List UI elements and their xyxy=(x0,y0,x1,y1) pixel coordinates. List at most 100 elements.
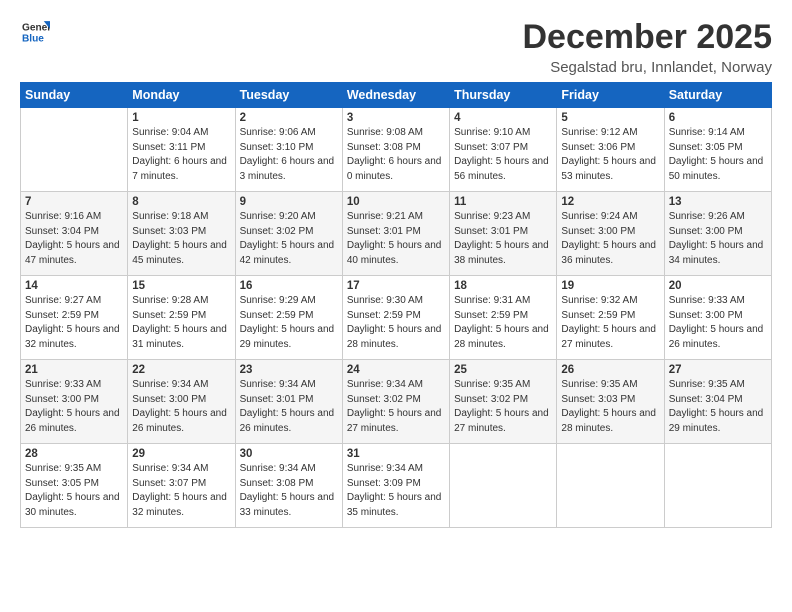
col-monday: Monday xyxy=(128,83,235,108)
svg-text:Blue: Blue xyxy=(22,33,44,44)
day-number: 29 xyxy=(132,448,230,460)
calendar-cell: 3 Sunrise: 9:08 AMSunset: 3:08 PMDaylight… xyxy=(342,108,449,192)
calendar-cell: 8 Sunrise: 9:18 AMSunset: 3:03 PMDaylight… xyxy=(128,192,235,276)
calendar-cell: 4Sunrise: 9:10 AMSunset: 3:07 PMDaylight… xyxy=(450,108,557,192)
calendar-cell: 10 Sunrise: 9:21 AMSunset: 3:01 PMDayligh… xyxy=(342,192,449,276)
month-title: December 2025 xyxy=(522,18,772,57)
day-info: Sunrise: 9:35 AMSunset: 3:05 PMDaylight:… xyxy=(25,462,123,520)
day-info: Sunrise: 9:08 AMSunset: 3:08 PMDaylight:… xyxy=(347,126,445,184)
col-saturday: Saturday xyxy=(664,83,771,108)
day-number: 21 xyxy=(25,364,123,376)
calendar-cell: 19 Sunrise: 9:32 AMSunset: 2:59 PMDayligh… xyxy=(557,276,664,360)
day-info: Sunrise: 9:04 AMSunset: 3:11 PMDaylight:… xyxy=(132,126,230,184)
calendar-cell xyxy=(450,444,557,528)
day-number: 31 xyxy=(347,448,445,460)
day-number: 11 xyxy=(454,196,552,208)
day-info: Sunrise: 9:35 AMSunset: 3:03 PMDaylight:… xyxy=(561,378,659,436)
day-info: Sunrise: 9:33 AMSunset: 3:00 PMDaylight:… xyxy=(669,294,767,352)
calendar-cell: 13 Sunrise: 9:26 AMSunset: 3:00 PMDayligh… xyxy=(664,192,771,276)
calendar-cell: 26 Sunrise: 9:35 AMSunset: 3:03 PMDayligh… xyxy=(557,360,664,444)
calendar-cell: 6Sunrise: 9:14 AMSunset: 3:05 PMDaylight… xyxy=(664,108,771,192)
calendar-cell: 30Sunrise: 9:34 AMSunset: 3:08 PMDayligh… xyxy=(235,444,342,528)
page: General Blue December 2025 Segalstad bru… xyxy=(0,0,792,612)
day-info: Sunrise: 9:23 AMSunset: 3:01 PMDaylight:… xyxy=(454,210,552,268)
day-info: Sunrise: 9:34 AMSunset: 3:02 PMDaylight:… xyxy=(347,378,445,436)
day-number: 13 xyxy=(669,196,767,208)
day-number: 14 xyxy=(25,280,123,292)
day-info: Sunrise: 9:18 AMSunset: 3:03 PMDaylight:… xyxy=(132,210,230,268)
calendar-week-0: 1Sunrise: 9:04 AMSunset: 3:11 PMDaylight… xyxy=(21,108,772,192)
calendar-cell xyxy=(21,108,128,192)
day-info: Sunrise: 9:29 AMSunset: 2:59 PMDaylight:… xyxy=(240,294,338,352)
day-number: 18 xyxy=(454,280,552,292)
col-thursday: Thursday xyxy=(450,83,557,108)
day-number: 22 xyxy=(132,364,230,376)
day-number: 27 xyxy=(669,364,767,376)
calendar-cell: 16 Sunrise: 9:29 AMSunset: 2:59 PMDayligh… xyxy=(235,276,342,360)
col-friday: Friday xyxy=(557,83,664,108)
logo: General Blue xyxy=(20,18,50,51)
calendar-cell: 9Sunrise: 9:20 AMSunset: 3:02 PMDaylight… xyxy=(235,192,342,276)
calendar-cell: 15 Sunrise: 9:28 AMSunset: 2:59 PMDayligh… xyxy=(128,276,235,360)
calendar-cell: 5Sunrise: 9:12 AMSunset: 3:06 PMDaylight… xyxy=(557,108,664,192)
header: General Blue December 2025 Segalstad bru… xyxy=(20,18,772,76)
calendar-week-1: 7Sunrise: 9:16 AMSunset: 3:04 PMDaylight… xyxy=(21,192,772,276)
calendar-cell: 28Sunrise: 9:35 AMSunset: 3:05 PMDayligh… xyxy=(21,444,128,528)
day-info: Sunrise: 9:33 AMSunset: 3:00 PMDaylight:… xyxy=(25,378,123,436)
day-info: Sunrise: 9:14 AMSunset: 3:05 PMDaylight:… xyxy=(669,126,767,184)
col-tuesday: Tuesday xyxy=(235,83,342,108)
calendar-cell: 14 Sunrise: 9:27 AMSunset: 2:59 PMDayligh… xyxy=(21,276,128,360)
day-number: 30 xyxy=(240,448,338,460)
col-wednesday: Wednesday xyxy=(342,83,449,108)
calendar-week-4: 28Sunrise: 9:35 AMSunset: 3:05 PMDayligh… xyxy=(21,444,772,528)
day-info: Sunrise: 9:31 AMSunset: 2:59 PMDaylight:… xyxy=(454,294,552,352)
day-info: Sunrise: 9:06 AMSunset: 3:10 PMDaylight:… xyxy=(240,126,338,184)
day-number: 8 xyxy=(132,196,230,208)
calendar-cell: 7Sunrise: 9:16 AMSunset: 3:04 PMDaylight… xyxy=(21,192,128,276)
calendar-cell: 21 Sunrise: 9:33 AMSunset: 3:00 PMDayligh… xyxy=(21,360,128,444)
calendar-cell: 23Sunrise: 9:34 AMSunset: 3:01 PMDayligh… xyxy=(235,360,342,444)
svg-text:General: General xyxy=(22,22,50,33)
day-info: Sunrise: 9:26 AMSunset: 3:00 PMDaylight:… xyxy=(669,210,767,268)
calendar-cell: 31 Sunrise: 9:34 AMSunset: 3:09 PMDayligh… xyxy=(342,444,449,528)
day-info: Sunrise: 9:35 AMSunset: 3:02 PMDaylight:… xyxy=(454,378,552,436)
day-info: Sunrise: 9:12 AMSunset: 3:06 PMDaylight:… xyxy=(561,126,659,184)
calendar-cell: 17Sunrise: 9:30 AMSunset: 2:59 PMDayligh… xyxy=(342,276,449,360)
calendar-week-2: 14 Sunrise: 9:27 AMSunset: 2:59 PMDayligh… xyxy=(21,276,772,360)
header-row: Sunday Monday Tuesday Wednesday Thursday… xyxy=(21,83,772,108)
day-number: 15 xyxy=(132,280,230,292)
calendar-cell: 1Sunrise: 9:04 AMSunset: 3:11 PMDaylight… xyxy=(128,108,235,192)
title-block: December 2025 Segalstad bru, Innlandet, … xyxy=(522,18,772,76)
day-number: 26 xyxy=(561,364,659,376)
day-info: Sunrise: 9:34 AMSunset: 3:09 PMDaylight:… xyxy=(347,462,445,520)
day-number: 24 xyxy=(347,364,445,376)
day-info: Sunrise: 9:35 AMSunset: 3:04 PMDaylight:… xyxy=(669,378,767,436)
calendar-week-3: 21 Sunrise: 9:33 AMSunset: 3:00 PMDayligh… xyxy=(21,360,772,444)
day-number: 20 xyxy=(669,280,767,292)
day-info: Sunrise: 9:28 AMSunset: 2:59 PMDaylight:… xyxy=(132,294,230,352)
day-info: Sunrise: 9:24 AMSunset: 3:00 PMDaylight:… xyxy=(561,210,659,268)
day-info: Sunrise: 9:20 AMSunset: 3:02 PMDaylight:… xyxy=(240,210,338,268)
day-number: 16 xyxy=(240,280,338,292)
day-number: 10 xyxy=(347,196,445,208)
calendar-cell: 12Sunrise: 9:24 AMSunset: 3:00 PMDayligh… xyxy=(557,192,664,276)
day-number: 2 xyxy=(240,112,338,124)
calendar-cell: 18 Sunrise: 9:31 AMSunset: 2:59 PMDayligh… xyxy=(450,276,557,360)
calendar-cell: 25Sunrise: 9:35 AMSunset: 3:02 PMDayligh… xyxy=(450,360,557,444)
calendar-cell: 2 Sunrise: 9:06 AMSunset: 3:10 PMDaylight… xyxy=(235,108,342,192)
day-info: Sunrise: 9:21 AMSunset: 3:01 PMDaylight:… xyxy=(347,210,445,268)
subtitle: Segalstad bru, Innlandet, Norway xyxy=(522,59,772,76)
day-number: 3 xyxy=(347,112,445,124)
logo-icon: General Blue xyxy=(22,18,50,46)
day-number: 23 xyxy=(240,364,338,376)
day-info: Sunrise: 9:27 AMSunset: 2:59 PMDaylight:… xyxy=(25,294,123,352)
day-number: 19 xyxy=(561,280,659,292)
day-info: Sunrise: 9:34 AMSunset: 3:07 PMDaylight:… xyxy=(132,462,230,520)
day-info: Sunrise: 9:32 AMSunset: 2:59 PMDaylight:… xyxy=(561,294,659,352)
calendar-cell: 24 Sunrise: 9:34 AMSunset: 3:02 PMDayligh… xyxy=(342,360,449,444)
calendar-cell: 20 Sunrise: 9:33 AMSunset: 3:00 PMDayligh… xyxy=(664,276,771,360)
day-info: Sunrise: 9:10 AMSunset: 3:07 PMDaylight:… xyxy=(454,126,552,184)
day-info: Sunrise: 9:16 AMSunset: 3:04 PMDaylight:… xyxy=(25,210,123,268)
day-info: Sunrise: 9:34 AMSunset: 3:00 PMDaylight:… xyxy=(132,378,230,436)
calendar-cell: 11 Sunrise: 9:23 AMSunset: 3:01 PMDayligh… xyxy=(450,192,557,276)
